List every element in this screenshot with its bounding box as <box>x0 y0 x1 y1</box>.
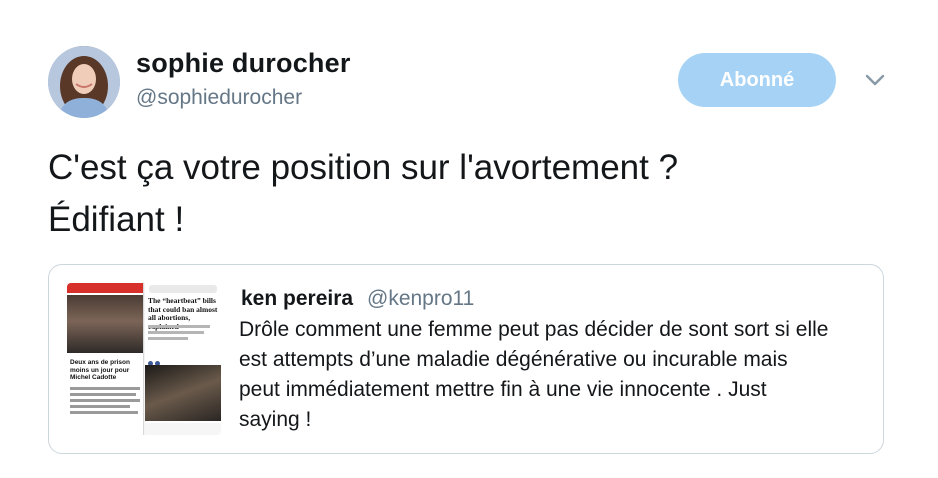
author-handle[interactable]: @sophiedurocher <box>136 86 302 110</box>
author-avatar[interactable] <box>48 46 120 118</box>
share-icons <box>148 353 168 366</box>
quoted-tweet-card[interactable]: Deux ans de prison moins un jour pour Mi… <box>48 264 884 454</box>
media-screenshot-right: The “heartbeat” bills that could ban alm… <box>145 283 221 435</box>
quoted-tweet-text: Drôle comment une femme peut pas décider… <box>239 315 869 435</box>
quoted-text-line: Drôle comment une femme peut pas décider… <box>239 318 829 341</box>
tweet-text-line: C'est ça votre position sur l'avortement… <box>48 148 679 187</box>
media-tab-bar <box>145 423 221 435</box>
author-display-name[interactable]: sophie durocher <box>136 48 351 79</box>
quoted-text-line: est attempts d’une maladie dégénérative … <box>239 348 788 371</box>
media-url-bar <box>149 285 217 293</box>
tweet-text-line: Édifiant ! <box>48 200 185 239</box>
quoted-text-line: saying ! <box>239 408 312 431</box>
quoted-display-name[interactable]: ken pereira <box>241 287 353 311</box>
quoted-handle[interactable]: @kenpro11 <box>367 287 474 311</box>
quoted-text-line: peut immédiatement mettre fin à une vie … <box>239 378 767 401</box>
avatar-photo <box>48 46 120 118</box>
media-header-bar <box>67 283 143 293</box>
media-photo <box>67 295 143 353</box>
media-photo <box>145 365 221 421</box>
media-left-headline: Deux ans de prison moins un jour pour Mi… <box>70 359 130 381</box>
media-text-lines <box>70 387 140 417</box>
media-screenshot-left: Deux ans de prison moins un jour pour Mi… <box>67 283 144 435</box>
media-text-lines <box>148 325 214 343</box>
chevron-down-icon[interactable] <box>862 70 888 90</box>
tweet-text: C'est ça votre position sur l'avortement… <box>48 142 888 246</box>
following-button[interactable]: Abonné <box>678 53 836 107</box>
tweet: sophie durocher @sophiedurocher Abonné C… <box>0 0 938 478</box>
quoted-tweet-media[interactable]: Deux ans de prison moins un jour pour Mi… <box>67 283 221 435</box>
